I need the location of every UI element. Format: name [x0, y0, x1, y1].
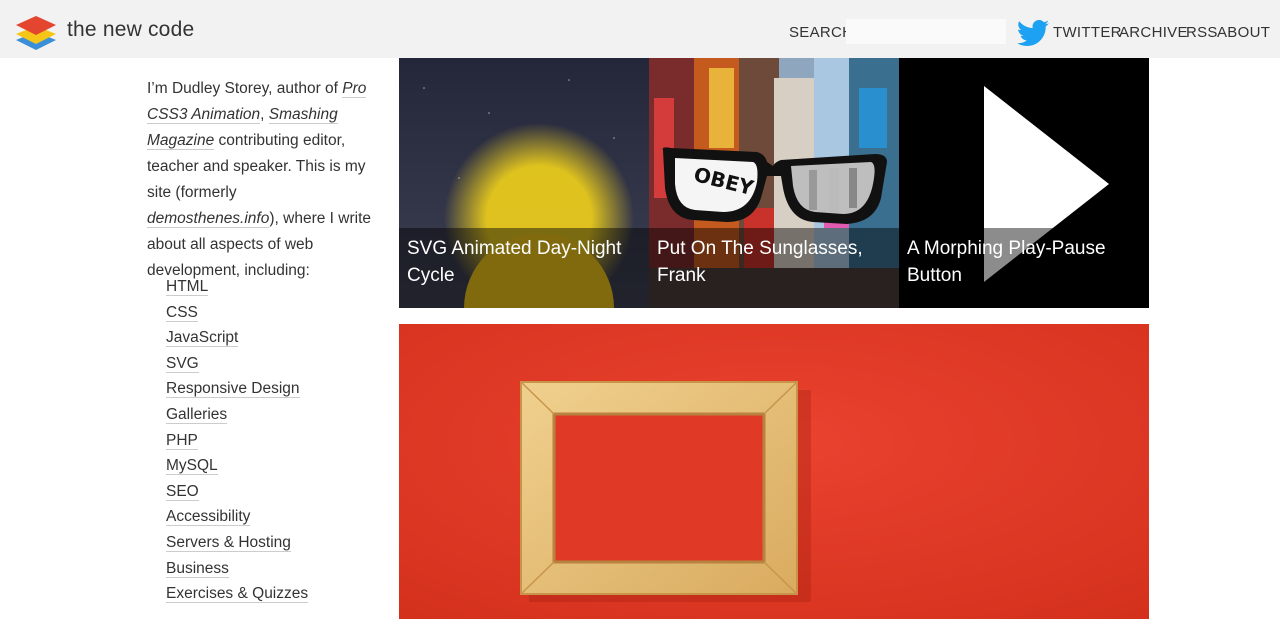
nav-archive[interactable]: ARCHIVE	[1119, 24, 1188, 41]
topic-link[interactable]: Galleries	[166, 405, 228, 424]
article-tile-day-night[interactable]: SVG Animated Day-Night Cycle	[399, 58, 649, 308]
list-item: Exercises & Quizzes	[166, 583, 309, 609]
search-input[interactable]	[846, 19, 1006, 44]
article-title: SVG Animated Day-Night Cycle	[399, 228, 649, 308]
layered-logo-icon[interactable]	[16, 16, 56, 50]
list-item: HTML	[166, 276, 308, 302]
list-item: SEO	[166, 481, 308, 507]
topic-link[interactable]: Exercises & Quizzes	[166, 585, 309, 604]
list-item: Accessibility	[166, 506, 308, 532]
picture-frame-image	[399, 324, 1149, 619]
nav-about[interactable]: ABOUT	[1217, 24, 1270, 41]
article-title: A Morphing Play-Pause Button	[899, 228, 1149, 308]
topic-link[interactable]: Business	[166, 559, 229, 578]
topic-link[interactable]: SVG	[166, 354, 199, 373]
topic-link[interactable]: SEO	[166, 482, 199, 501]
site-title-link[interactable]: the new code	[67, 18, 194, 42]
topic-link[interactable]: MySQL	[166, 457, 218, 476]
list-item: Servers & Hosting	[166, 532, 308, 558]
list-item: MySQL	[166, 455, 308, 481]
list-item: SVG	[166, 353, 308, 379]
list-item: Responsive Design	[166, 378, 308, 404]
author-intro: I’m Dudley Storey, author of Pro CSS3 An…	[147, 80, 371, 279]
list-item: Business	[166, 558, 308, 584]
nav-twitter[interactable]: TWITTER	[1053, 24, 1122, 41]
topic-list: HTML CSS JavaScript SVG Responsive Desig…	[166, 276, 309, 609]
featured-article-image[interactable]	[399, 324, 1149, 619]
twitter-bird-icon[interactable]	[1017, 20, 1049, 47]
topic-link[interactable]: Servers & Hosting	[166, 533, 291, 552]
list-item: Galleries	[166, 404, 308, 430]
topic-link[interactable]: JavaScript	[166, 329, 239, 348]
article-tile-sunglasses[interactable]: OBEY Put On The Sunglasses, Frank	[649, 58, 899, 308]
topic-link[interactable]: Accessibility	[166, 508, 251, 527]
site-header: the new code SEARCH TWITTER ARCHIVE RSS …	[0, 0, 1280, 58]
topic-link[interactable]: CSS	[166, 303, 198, 322]
list-item: JavaScript	[166, 327, 308, 353]
old-site-link[interactable]: demosthenes.info	[147, 210, 270, 228]
search-label: SEARCH	[789, 24, 854, 41]
list-item: CSS	[166, 302, 308, 328]
topic-link[interactable]: HTML	[166, 278, 209, 296]
article-tile-play-pause[interactable]: A Morphing Play-Pause Button	[899, 58, 1149, 308]
topic-link[interactable]: PHP	[166, 431, 198, 450]
list-item: PHP	[166, 430, 308, 456]
topic-link[interactable]: Responsive Design	[166, 380, 300, 399]
article-title: Put On The Sunglasses, Frank	[649, 228, 899, 308]
nav-rss[interactable]: RSS	[1186, 24, 1218, 41]
